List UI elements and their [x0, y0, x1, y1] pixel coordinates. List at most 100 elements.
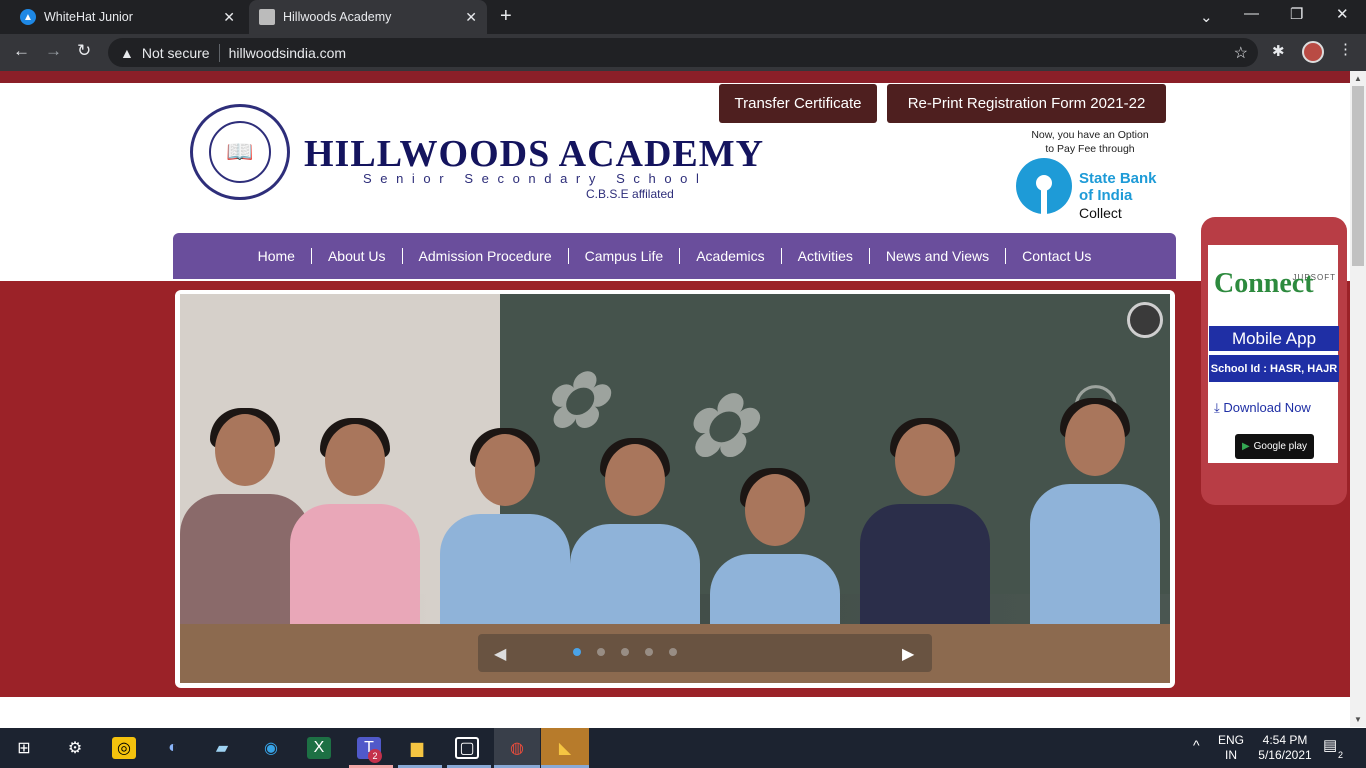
taskbar	[0, 728, 1366, 768]
nav-news-and-views[interactable]: News and Views	[870, 248, 1007, 264]
lang-line: ENG	[1217, 733, 1244, 747]
profile-avatar[interactable]	[1302, 41, 1324, 63]
tab-strip: ▲ WhiteHat Junior ✕ Hillwoods Academy ✕ …	[0, 0, 1366, 34]
face	[1065, 404, 1125, 476]
clock-date: 5/16/2021	[1258, 748, 1312, 762]
tray-chevron-icon[interactable]: ^	[1193, 738, 1200, 753]
nav-home[interactable]: Home	[242, 248, 312, 264]
whitehat-app-icon[interactable]: ◣	[553, 737, 577, 759]
address-toolbar: ← → ↻ ▲ Not secure hillwoodsindia.com ☆ …	[0, 34, 1366, 71]
notification-count: 2	[1338, 750, 1344, 760]
excel-icon[interactable]: X	[307, 737, 331, 759]
close-window-icon[interactable]: ✕	[1336, 5, 1349, 23]
chalk-drawing: ✿	[540, 358, 608, 446]
sbi-name[interactable]: State Bank of India	[1079, 170, 1157, 204]
play-icon: ▶	[1241, 441, 1250, 452]
school-name[interactable]: HILLWOODS ACADEMY	[304, 132, 764, 176]
book-icon: 📖	[209, 121, 271, 183]
clock[interactable]: 4:54 PM 5/16/2021	[1252, 733, 1318, 763]
divider	[218, 43, 220, 62]
fee-option-note: Now, you have an Option to Pay Fee throu…	[1000, 128, 1180, 156]
bookmark-star-icon[interactable]: ☆	[1234, 43, 1248, 63]
sbi-name-line: of India	[1079, 187, 1133, 204]
tab-hillwoods[interactable]: Hillwoods Academy ✕	[249, 0, 487, 34]
slider-dot[interactable]	[621, 648, 629, 656]
affiliation-text: C.B.S.E affilated	[586, 187, 674, 201]
slider-controls	[478, 634, 932, 672]
maximize-icon[interactable]: ❐	[1290, 5, 1303, 23]
sbi-collect-label[interactable]: Collect	[1079, 205, 1122, 221]
tab-search-icon[interactable]: ⌄	[1200, 8, 1213, 26]
whitehat-favicon-icon: ▲	[20, 9, 36, 25]
face	[605, 444, 665, 516]
fee-note-line: Now, you have an Option	[1031, 129, 1149, 141]
notes-icon[interactable]: ▰	[210, 737, 234, 759]
slider-dot[interactable]	[645, 648, 653, 656]
sbi-logo-icon[interactable]	[1016, 158, 1072, 214]
app-outline-icon[interactable]: ▢	[455, 737, 479, 759]
close-tab-icon[interactable]: ✕	[223, 9, 235, 26]
tab-title: WhiteHat Junior	[44, 10, 133, 24]
slideshow-timer-icon[interactable]	[1127, 302, 1163, 338]
reprint-registration-button[interactable]: Re-Print Registration Form 2021-22	[887, 84, 1166, 123]
transfer-certificate-button[interactable]: Transfer Certificate	[719, 84, 877, 123]
download-icon: ⤓	[1214, 400, 1220, 415]
slider-next-icon[interactable]: ▶	[902, 644, 914, 664]
face	[325, 424, 385, 496]
sbi-logo-slot	[1041, 188, 1047, 214]
cortana-icon[interactable]: ◐	[161, 737, 185, 759]
teams-badge: 2	[368, 749, 382, 763]
download-label: Download Now	[1223, 400, 1311, 415]
close-tab-icon[interactable]: ✕	[465, 9, 477, 26]
scrollbar-thumb[interactable]	[1352, 86, 1364, 266]
slider-dot[interactable]	[669, 648, 677, 656]
website: 📖 HILLWOODS ACADEMY Senior Secondary Sch…	[0, 71, 1350, 727]
slider-prev-icon[interactable]: ◀	[494, 644, 506, 664]
slider-photo[interactable]: ✿ ✿ ☺	[180, 294, 1170, 683]
nav-admission-procedure[interactable]: Admission Procedure	[403, 248, 569, 264]
chrome-icon[interactable]: ◍	[505, 737, 529, 759]
face	[475, 434, 535, 506]
google-play-badge[interactable]: ▶ Google play	[1235, 434, 1314, 459]
scroll-down-icon[interactable]: ▼	[1354, 715, 1362, 724]
face	[215, 414, 275, 486]
nav-campus-life[interactable]: Campus Life	[569, 248, 681, 264]
download-now-link[interactable]: ⤓ Download Now	[1214, 400, 1311, 416]
minimize-icon[interactable]: —	[1244, 5, 1259, 22]
nav-academics[interactable]: Academics	[680, 248, 782, 264]
scroll-up-icon[interactable]: ▲	[1354, 74, 1362, 83]
slider-dot[interactable]	[597, 648, 605, 656]
fee-note-line: to Pay Fee through	[1045, 143, 1135, 155]
edge-icon[interactable]: ◉	[259, 737, 283, 759]
top-band	[0, 71, 1350, 83]
tab-title: Hillwoods Academy	[283, 10, 392, 24]
language-indicator[interactable]: ENG IN	[1214, 733, 1248, 763]
nav-contact-us[interactable]: Contact Us	[1006, 248, 1107, 264]
windows-start-icon[interactable]: ⊞	[12, 737, 36, 759]
app-yellow-icon[interactable]: ◎	[112, 737, 136, 759]
back-icon[interactable]: ←	[13, 41, 30, 61]
school-subtitle: Senior Secondary School	[363, 171, 708, 186]
extensions-icon[interactable]: ✱	[1272, 42, 1285, 60]
address-bar[interactable]: ▲ Not secure hillwoodsindia.com ☆	[108, 38, 1258, 67]
warning-icon[interactable]: ▲	[120, 45, 134, 61]
connect-logo[interactable]: Connect	[1214, 268, 1314, 300]
hillwoods-favicon-icon	[259, 9, 275, 25]
sbi-name-line: State Bank	[1079, 170, 1157, 187]
settings-icon[interactable]: ⚙	[63, 737, 87, 759]
forward-icon[interactable]: →	[45, 41, 62, 61]
slider-dot[interactable]	[573, 648, 581, 656]
file-explorer-icon[interactable]: ▆	[405, 737, 429, 759]
tab-whitehat[interactable]: ▲ WhiteHat Junior ✕	[0, 0, 245, 34]
security-label[interactable]: Not secure	[142, 45, 210, 61]
clock-time: 4:54 PM	[1262, 733, 1308, 747]
school-seal-logo[interactable]: 📖	[190, 104, 290, 200]
chalk-drawing: ✿	[680, 378, 756, 477]
nav-about-us[interactable]: About Us	[312, 248, 403, 264]
nav-activities[interactable]: Activities	[782, 248, 870, 264]
reload-icon[interactable]: ↻	[77, 41, 91, 61]
url-text[interactable]: hillwoodsindia.com	[229, 45, 347, 61]
new-tab-icon[interactable]: +	[500, 5, 512, 28]
menu-icon[interactable]: ⋮	[1338, 40, 1353, 58]
notification-icon[interactable]: ▤	[1323, 738, 1337, 753]
